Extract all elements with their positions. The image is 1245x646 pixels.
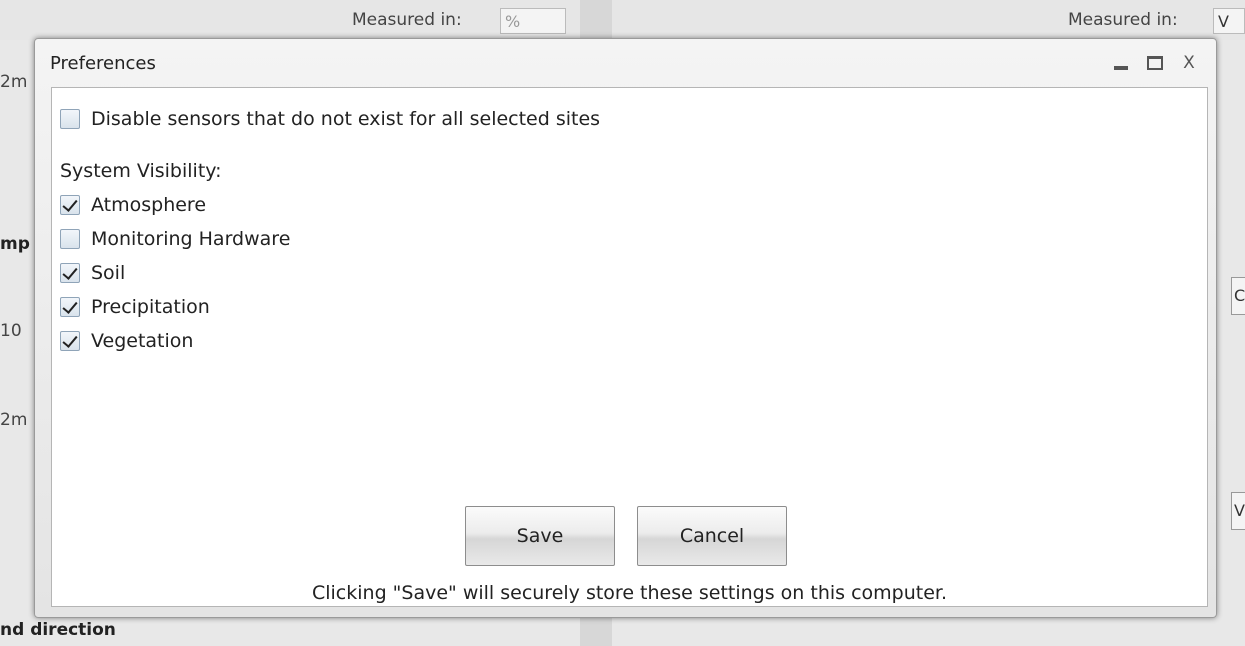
disable-sensors-label: Disable sensors that do not exist for al… (91, 108, 601, 130)
measured-in-label-left: Measured in: (352, 10, 462, 30)
visibility-item-vegetation[interactable]: Vegetation (60, 330, 193, 352)
visibility-item-atmosphere[interactable]: Atmosphere (60, 194, 206, 216)
visibility-item-label: Soil (91, 262, 126, 284)
dialog-title: Preferences (50, 53, 156, 74)
system-visibility-label: System Visibility: (60, 160, 222, 182)
visibility-item-label: Precipitation (91, 296, 210, 318)
visibility-item-precipitation[interactable]: Precipitation (60, 296, 210, 318)
disable-sensors-row[interactable]: Disable sensors that do not exist for al… (60, 108, 600, 130)
background-select-right[interactable]: V (1231, 492, 1245, 530)
measured-in-select-right[interactable]: V (1213, 8, 1245, 34)
minimize-icon[interactable] (1108, 51, 1134, 75)
checkmark-icon (62, 297, 78, 314)
vegetation-checkbox[interactable] (60, 331, 80, 351)
disable-sensors-checkbox[interactable] (60, 109, 80, 129)
window-controls: X (1108, 51, 1202, 75)
visibility-item-label: Atmosphere (91, 194, 207, 216)
measured-in-label-right: Measured in: (1068, 10, 1178, 30)
atmosphere-checkbox[interactable] (60, 195, 80, 215)
save-button[interactable]: Save (465, 506, 615, 566)
checkmark-icon (62, 263, 78, 280)
visibility-item-monitoring-hardware[interactable]: Monitoring Hardware (60, 228, 290, 250)
monitoring-hardware-checkbox[interactable] (60, 229, 80, 249)
checkmark-icon (62, 195, 78, 212)
preferences-dialog: Preferences X Disable sensors that do no… (34, 38, 1217, 618)
precipitation-checkbox[interactable] (60, 297, 80, 317)
maximize-icon[interactable] (1142, 51, 1168, 75)
cancel-button[interactable]: Cancel (637, 506, 787, 566)
visibility-item-soil[interactable]: Soil (60, 262, 125, 284)
close-icon[interactable]: X (1176, 51, 1202, 75)
background-fragment: mp (0, 234, 30, 254)
background-fragment: 2m (0, 72, 28, 92)
dialog-titlebar[interactable]: Preferences X (35, 39, 1216, 89)
background-header (0, 0, 1245, 40)
background-fragment: 2m (0, 410, 28, 430)
visibility-item-label: Vegetation (91, 330, 194, 352)
dialog-content: Disable sensors that do not exist for al… (51, 87, 1208, 607)
save-info-text: Clicking "Save" will securely store thes… (311, 582, 948, 604)
background-fragment: 10 (0, 321, 22, 341)
checkmark-icon (62, 331, 78, 348)
visibility-item-label: Monitoring Hardware (91, 228, 291, 250)
measured-in-select-left[interactable]: % (500, 8, 566, 34)
background-section-heading: nd direction (0, 620, 116, 640)
soil-checkbox[interactable] (60, 263, 80, 283)
background-select-right[interactable]: C (1231, 277, 1245, 315)
